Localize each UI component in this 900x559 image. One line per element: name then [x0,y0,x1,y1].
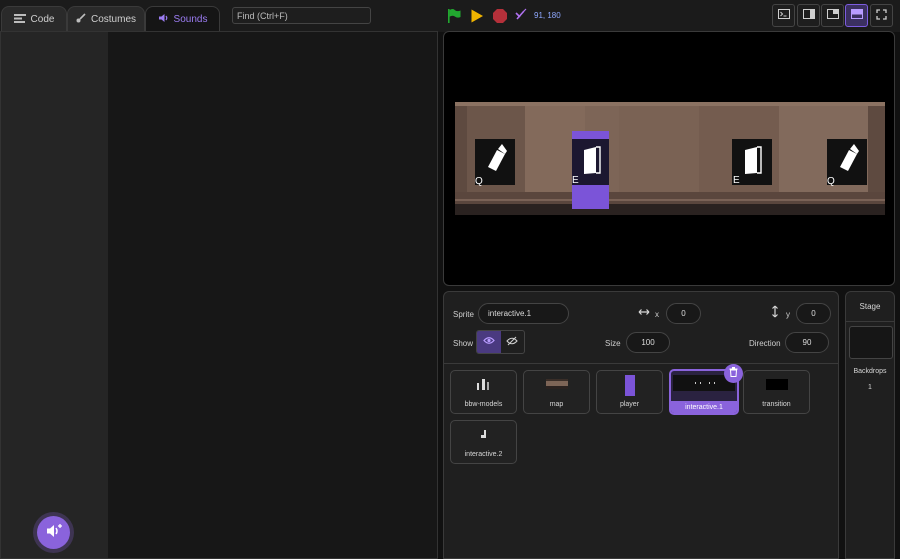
delete-sprite-button[interactable] [724,364,743,383]
trash-icon [729,367,738,380]
sprite-thumbnail [476,379,489,390]
sprite-thumbnail [545,379,568,389]
sprite-panel: Sprite interactive.1 x 0 y 0 Show Size 1… [443,291,839,559]
fullscreen-icon [876,8,887,23]
backdrops-count: 1 [868,384,872,391]
svg-text:E: E [572,175,579,186]
tab-code-label: Code [30,14,55,25]
sprite-name-input[interactable]: interactive.1 [478,303,569,324]
small-stage-button[interactable] [821,4,844,27]
sprite-thumbnail [624,375,635,396]
sprite-name: player [619,401,640,408]
sprite-tile-interactive-2[interactable]: interactive.2 [450,420,517,464]
sound-editor-canvas[interactable] [108,32,437,558]
svg-text:Q: Q [475,176,483,187]
direction-input[interactable]: 90 [785,332,829,353]
turbo-icon[interactable] [514,8,530,24]
sprite-tile-interactive-1[interactable]: interactive.1 [669,364,743,415]
sprite-name: interactive.1 [685,403,723,411]
show-hidden-button[interactable] [501,331,525,353]
normal-stage-button[interactable] [845,4,868,27]
side-panel-icon [802,9,815,22]
sound-list[interactable] [1,32,108,558]
size-label: Size [605,339,621,348]
stop-icon[interactable] [492,8,508,24]
sprite-tile-bbw-models[interactable]: bbw-models [450,370,517,414]
show-visible-button[interactable] [477,331,501,353]
add-sound-button[interactable] [37,516,70,549]
find-input[interactable] [232,7,371,24]
stage-selector[interactable]: Stage Backdrops 1 [845,291,895,559]
x-label: x [655,310,659,319]
marker-door-left: E [572,139,609,186]
eye-slash-icon [506,336,518,349]
selected-name-bar: interactive.1 [671,401,737,413]
sprite-name: interactive.2 [464,451,503,458]
fullscreen-button[interactable] [870,4,893,27]
svg-text:E: E [733,175,740,186]
marker-flashlight-right: Q [827,139,867,187]
marker-flashlight-left: Q [475,139,515,187]
backdrops-label: Backdrops [853,368,887,375]
direction-label: Direction [749,339,781,348]
green-flag-icon[interactable] [446,8,462,24]
stage-thumbnail[interactable] [849,326,893,359]
sprite-tile-player[interactable]: player [596,370,663,414]
y-input[interactable]: 0 [796,303,831,324]
stage[interactable]: Q E E Q [443,31,895,286]
top-bar: Code Costumes Sounds 91, 180 [0,0,900,32]
eye-icon [482,336,495,348]
tab-costumes-label: Costumes [90,14,136,25]
sprite-name: bbw-models [464,401,503,408]
marker-door-right: E [732,139,772,186]
pause-icon[interactable] [469,8,485,24]
sprite-thumbnail [765,379,788,390]
sprite-thumbnail [480,430,486,438]
brush-icon [76,13,86,26]
tab-code[interactable]: Code [1,6,67,32]
sprite-name: map [549,401,564,408]
small-stage-icon [826,9,839,22]
stage-title: Stage [846,292,894,322]
sprite-tile-map[interactable]: map [523,370,590,414]
speaker-icon [158,13,169,26]
sprite-tile-transition[interactable]: transition [743,370,810,414]
mouse-coordinates: 91, 180 [534,11,561,20]
tab-sounds[interactable]: Sounds [145,6,220,32]
sprite-label: Sprite [453,310,474,319]
normal-stage-icon [850,9,863,22]
y-arrows-icon [770,305,780,321]
side-panel-button[interactable] [797,4,820,27]
sprite-name: transition [762,401,791,408]
tab-sounds-label: Sounds [173,14,208,25]
sounds-editor [0,31,438,559]
size-input[interactable]: 100 [626,332,670,353]
terminal-icon [777,9,790,22]
sprite-info: Sprite interactive.1 x 0 y 0 Show Size 1… [444,292,838,364]
add-sound-icon [45,523,63,542]
terminal-button[interactable] [772,4,795,27]
x-arrows-icon [638,307,650,320]
code-icon [13,13,26,26]
stage-scene: Q E E Q [455,102,885,215]
x-input[interactable]: 0 [666,303,701,324]
show-toggle [476,330,525,354]
svg-text:Q: Q [827,176,835,187]
y-label: y [786,310,790,319]
show-label: Show [453,339,474,348]
tab-costumes[interactable]: Costumes [67,6,145,32]
